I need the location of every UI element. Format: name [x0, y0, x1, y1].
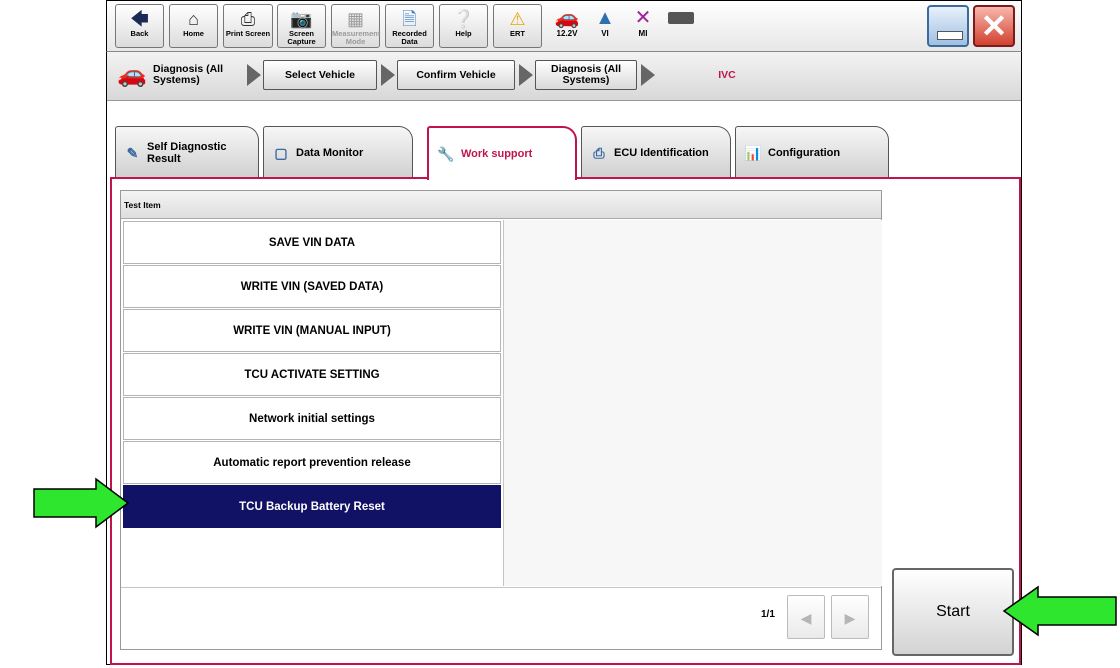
printer-icon: ⎙	[240, 9, 256, 29]
list-header: Test Item	[121, 191, 881, 219]
breadcrumb-arrow-icon	[641, 64, 655, 86]
car-diagnosis-icon: 🚗	[117, 61, 147, 88]
measurement-mode-button[interactable]: ▦ Measurement Mode	[331, 4, 380, 48]
ecu-identification-icon: ⎙	[593, 144, 605, 161]
minimize-button[interactable]	[927, 5, 969, 47]
select-vehicle-button[interactable]: Select Vehicle	[263, 60, 377, 90]
pointer-arrow-right	[1002, 585, 1117, 637]
tab-ecu-identification[interactable]: ⎙ ECU Identification	[581, 126, 731, 178]
breadcrumb-arrow-icon	[247, 64, 261, 86]
minimize-icon	[937, 31, 963, 40]
warning-icon: ⚠	[509, 9, 526, 29]
start-button[interactable]: Start	[892, 568, 1014, 656]
battery-voltage-indicator: 🚗 12.2V	[549, 7, 585, 47]
mi-status-indicator: ✕ MI	[625, 7, 661, 47]
breadcrumb: 🚗 Diagnosis (All Systems) Select Vehicle…	[107, 52, 1021, 101]
list-item[interactable]: Network initial settings	[123, 397, 501, 440]
battery-indicator	[663, 7, 699, 47]
breadcrumb-arrow-icon	[381, 64, 395, 86]
list-item[interactable]: WRITE VIN (SAVED DATA)	[123, 265, 501, 308]
test-item-list: Test Item SAVE VIN DATA WRITE VIN (SAVED…	[120, 190, 882, 650]
diagnosis-all-systems-button[interactable]: Diagnosis (All Systems)	[535, 60, 637, 90]
help-button[interactable]: ❔ Help	[439, 4, 488, 48]
prev-arrow-icon: ◀	[800, 610, 812, 626]
home-button[interactable]: ⌂ Home	[169, 4, 218, 48]
close-button[interactable]: ✕	[973, 5, 1015, 47]
tab-self-diagnostic-result[interactable]: ✎ Self Diagnostic Result	[115, 126, 259, 178]
x-icon: ✕	[634, 7, 652, 29]
back-button[interactable]: 🡄 Back	[115, 4, 164, 48]
tab-work-support[interactable]: 🔧 Work support	[427, 126, 577, 180]
recorded-data-icon: 🗎	[402, 9, 417, 29]
home-icon: ⌂	[188, 9, 199, 29]
self-diagnostic-icon: ✎	[126, 144, 139, 161]
print-screen-button[interactable]: ⎙ Print Screen	[223, 4, 273, 48]
confirm-vehicle-button[interactable]: Confirm Vehicle	[397, 60, 515, 90]
list-item[interactable]: TCU ACTIVATE SETTING	[123, 353, 501, 396]
breadcrumb-arrow-icon	[519, 64, 533, 86]
back-arrow-icon: 🡄	[130, 9, 149, 29]
list-item[interactable]: WRITE VIN (MANUAL INPUT)	[123, 309, 501, 352]
signal-icon: ▲	[595, 7, 615, 29]
work-support-icon: 🔧	[437, 146, 455, 162]
camera-icon: 📷	[290, 9, 313, 29]
list-item-selected[interactable]: TCU Backup Battery Reset	[123, 485, 501, 528]
list-scroll-divider	[121, 587, 881, 588]
pointer-arrow-left	[33, 477, 130, 529]
toolbar: 🡄 Back ⌂ Home ⎙ Print Screen 📷 Screen Ca…	[106, 0, 1022, 52]
measurement-icon: ▦	[346, 9, 364, 29]
tab-configuration[interactable]: 📊 Configuration	[735, 126, 889, 178]
breadcrumb-current: IVC	[718, 69, 736, 81]
next-arrow-icon: ▶	[844, 610, 856, 626]
tab-data-monitor[interactable]: ▢ Data Monitor	[263, 126, 413, 178]
list-item[interactable]: Automatic report prevention release	[123, 441, 501, 484]
vi-status-indicator: ▲ VI	[587, 7, 623, 47]
configuration-icon: 📊	[744, 144, 762, 161]
breadcrumb-section: Diagnosis (All Systems)	[153, 63, 224, 86]
next-page-button[interactable]: ▶	[831, 595, 869, 639]
tab-bar: ✎ Self Diagnostic Result ▢ Data Monitor …	[107, 101, 1021, 180]
item-details-area	[503, 220, 882, 586]
data-monitor-icon: ▢	[274, 144, 288, 161]
prev-page-button[interactable]: ◀	[787, 595, 825, 639]
ert-button[interactable]: ⚠ ERT	[493, 4, 542, 48]
car-battery-icon: 🚗	[554, 7, 580, 29]
list-item[interactable]: SAVE VIN DATA	[123, 221, 501, 264]
page-indicator: 1/1	[761, 609, 775, 620]
recorded-data-button[interactable]: 🗎 Recorded Data	[385, 4, 434, 48]
help-icon: ❔	[452, 9, 475, 29]
close-icon: ✕	[980, 8, 1008, 44]
battery-indicator-icon	[663, 7, 699, 29]
screen-capture-button[interactable]: 📷 Screen Capture	[277, 4, 326, 48]
